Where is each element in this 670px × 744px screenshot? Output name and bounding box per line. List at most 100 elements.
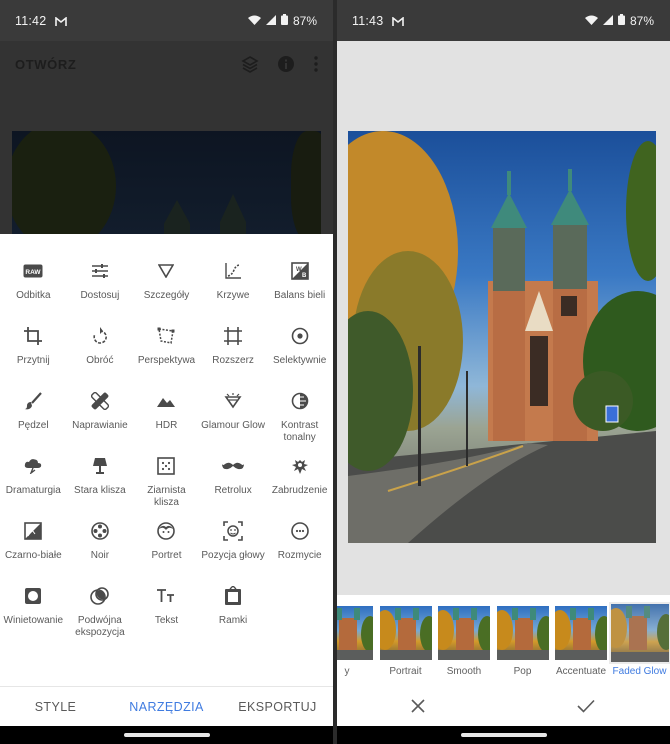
tool-item[interactable]: Ramki [200,585,267,650]
more-vert-icon[interactable] [313,55,319,73]
head-pose-icon [222,520,244,542]
status-bar: 11:42 87% [0,0,333,41]
close-icon[interactable] [407,695,429,717]
tonal-contrast-icon [289,390,311,412]
editor-dimmed-area: OTWÓRZ [0,41,333,234]
tool-item[interactable]: Noir [67,520,134,585]
brush-icon [22,390,44,412]
system-nav-bar [337,726,670,744]
filter-thumbnail[interactable] [337,606,373,660]
tool-item[interactable]: Rozszerz [200,325,267,390]
tool-item[interactable]: HDR [133,390,200,455]
editor-canvas [337,41,670,595]
tool-item[interactable]: Kontrast tonalny [266,390,333,455]
rotate-icon [89,325,111,347]
tool-item[interactable]: Ziarnista klisza [133,455,200,520]
check-icon[interactable] [575,695,597,717]
tab-style[interactable]: STYLE [0,700,111,714]
home-gesture-pill[interactable] [123,733,210,737]
noir-reel-icon [89,520,111,542]
tool-label: Szczegóły [143,290,190,301]
tool-item[interactable]: Naprawianie [67,390,134,455]
tool-item[interactable]: Selektywnie [266,325,333,390]
tool-label: Rozmycie [277,550,322,561]
tool-label: Pędzel [18,420,49,431]
home-gesture-pill[interactable] [460,733,547,737]
status-bar: 11:43 87% [337,0,670,41]
tool-item[interactable]: Obróć [67,325,134,390]
frames-icon [222,585,244,607]
double-exposure-icon [89,585,111,607]
mustache-icon [222,455,245,477]
crop-icon [22,325,44,347]
tool-item[interactable]: Krzywe [200,260,267,325]
open-button[interactable]: OTWÓRZ [15,57,76,72]
grainy-film-icon [155,455,177,477]
tool-item[interactable]: Glamour Glow [200,390,267,455]
tool-label: Przytnij [16,355,50,366]
expand-icon [222,325,244,347]
edited-photo-preview[interactable] [348,131,656,543]
tab-tools[interactable]: NARZĘDZIA [111,700,222,714]
black-white-icon [22,520,44,542]
tool-item[interactable]: Przytnij [0,325,67,390]
tune-icon [89,260,111,282]
tab-export[interactable]: EKSPORTUJ [222,700,333,714]
hdr-mountain-icon [155,390,177,412]
glamour-glow-icon [222,390,244,412]
tool-item[interactable]: Zabrudzenie [266,455,333,520]
tool-label: Perspektywa [137,355,196,366]
tool-label: Obróć [86,355,114,366]
info-icon[interactable] [277,55,295,73]
filter-label: Mo [665,666,670,677]
filter-thumbnail[interactable] [496,606,549,660]
apply-cancel-bar [337,687,670,726]
tool-item[interactable]: Retrolux [200,455,267,520]
wifi-icon [584,14,598,28]
tool-item[interactable]: Szczegóły [133,260,200,325]
portrait-face-icon [155,520,177,542]
tool-label: Selektywnie [272,355,327,366]
signal-icon [265,14,276,28]
filter-thumbnail[interactable] [438,606,490,660]
filter-label: Smooth [446,666,482,677]
tool-item[interactable]: Czarno-białe [0,520,67,585]
tool-item[interactable]: Podwójna ekspozycja [67,585,134,650]
status-time: 11:43 [352,13,384,28]
tool-label: Pozycja głowy [201,550,265,561]
app-bar: OTWÓRZ [0,41,333,87]
grunge-icon [289,455,311,477]
tool-label: Podwójna ekspozycja [75,615,125,638]
tool-item[interactable]: RAW Odbitka [0,260,67,325]
tool-item[interactable]: Dramaturgia [0,455,67,520]
tool-label: HDR [155,420,178,431]
tool-item[interactable]: Tekst [133,585,200,650]
filter-thumbnail[interactable] [379,606,432,660]
tool-item[interactable]: Stara klisza [67,455,134,520]
tool-label: Rozszerz [212,355,254,366]
layers-stack-icon[interactable] [241,55,259,73]
tool-label: Winietowanie [3,615,64,626]
perspective-icon [155,325,177,347]
tool-label: Ziarnista klisza [147,485,186,508]
tool-label: Balans bieli [274,290,326,301]
filter-thumbnail[interactable] [608,602,670,664]
tool-item[interactable]: Portret [133,520,200,585]
raw-icon: RAW [22,260,44,282]
tool-item[interactable]: Dostosuj [67,260,134,325]
tool-item[interactable]: Pozycja głowy [200,520,267,585]
filter-thumbnail[interactable] [555,606,607,660]
gmail-icon [392,15,405,26]
bottom-tab-bar: STYLE NARZĘDZIA EKSPORTUJ [0,686,333,726]
tool-item[interactable]: Winietowanie [0,585,67,650]
vintage-lamp-icon [89,455,111,477]
tool-item[interactable]: Perspektywa [133,325,200,390]
tool-item[interactable]: Pędzel [0,390,67,455]
filter-label: Faded Glow [612,666,667,677]
tool-label: Czarno-białe [4,550,62,561]
tool-item[interactable]: W B Balans bieli [266,260,333,325]
tool-item[interactable]: Rozmycie [266,520,333,585]
details-triangle-icon [155,260,177,282]
curves-icon [222,260,244,282]
tool-label: Dostosuj [80,290,120,301]
